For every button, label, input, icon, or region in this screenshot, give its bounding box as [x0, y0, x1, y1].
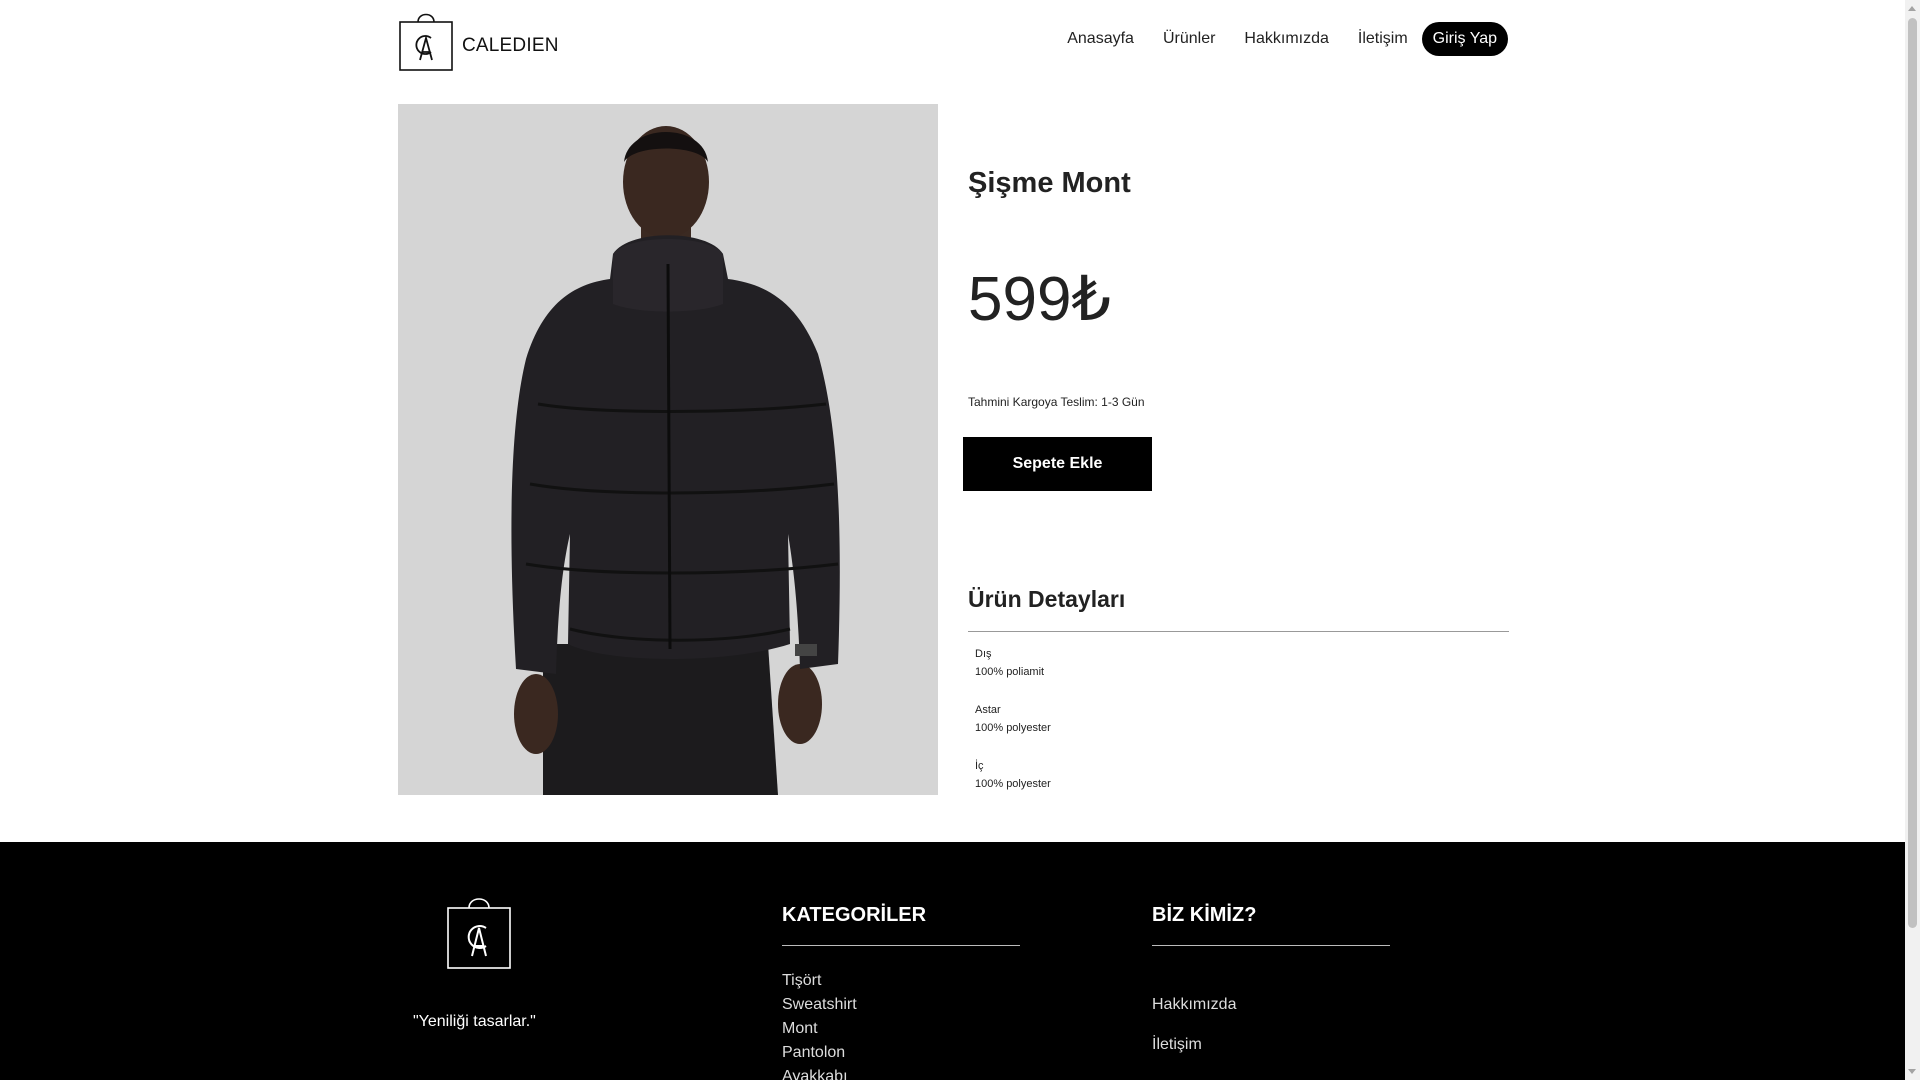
shopping-bag-logo-icon [399, 13, 453, 71]
product-title: Şişme Mont [968, 167, 1131, 199]
nav-about[interactable]: Hakkımızda [1244, 30, 1328, 48]
shopping-bag-logo-icon [447, 898, 511, 969]
footer-link-contact[interactable]: İletişim [1152, 1036, 1390, 1060]
category-link-sweatshirt[interactable]: Sweatshirt [782, 996, 1020, 1020]
about-list: Hakkımızda İletişim [1152, 996, 1390, 1060]
detail-label: İç [975, 760, 984, 772]
divider [782, 945, 1020, 946]
footer-slogan: "Yeniliği tasarlar." [413, 1013, 536, 1030]
detail-value: 100% poliamit [975, 666, 1045, 678]
categories-list: Tişört Sweatshirt Mont Pantolon Ayakkabı [782, 972, 1020, 1080]
category-link-coat[interactable]: Mont [782, 1020, 1020, 1044]
add-to-cart-button[interactable]: Sepete Ekle [963, 437, 1152, 491]
detail-label: Astar [975, 704, 1001, 716]
category-link-trousers[interactable]: Pantolon [782, 1044, 1020, 1068]
divider [968, 631, 1509, 632]
product-price: 599₺ [968, 265, 1111, 334]
puffer-jacket-model-image [398, 104, 938, 795]
detail-item-lining: Astar 100% polyester [975, 701, 1051, 737]
detail-value: 100% polyester [975, 778, 1051, 790]
scroll-down-icon[interactable] [1908, 1069, 1916, 1074]
footer-about: BİZ KİMİZ? Hakkımızda İletişim [1152, 904, 1390, 1060]
footer-categories-title: KATEGORİLER [782, 904, 927, 926]
scrollbar-thumb[interactable] [1908, 18, 1917, 928]
main-nav: Anasayfa Ürünler Hakkımızda İletişim Gir… [1038, 22, 1508, 56]
brand-logo[interactable]: CALEDIEN [398, 8, 559, 72]
detail-label: Dış [975, 648, 992, 660]
detail-item-inner: İç 100% polyester [975, 757, 1051, 793]
footer-link-about[interactable]: Hakkımızda [1152, 996, 1390, 1036]
product-details-title: Ürün Detayları [968, 586, 1126, 612]
category-link-shoes[interactable]: Ayakkabı [782, 1068, 1020, 1080]
login-button[interactable]: Giriş Yap [1421, 22, 1508, 56]
site-header: CALEDIEN Anasayfa Ürünler Hakkımızda İle… [398, 0, 1508, 80]
footer-about-title: BİZ KİMİZ? [1152, 904, 1257, 926]
scroll-up-icon[interactable] [1908, 6, 1916, 11]
nav-contact[interactable]: İletişim [1358, 30, 1408, 48]
delivery-estimate: Tahmini Kargoya Teslim: 1-3 Gün [968, 395, 1145, 409]
brand-name: CALEDIEN [462, 35, 559, 56]
divider [1152, 945, 1390, 946]
page-scrollbar[interactable] [1905, 0, 1920, 1080]
nav-home[interactable]: Anasayfa [1067, 30, 1134, 48]
detail-value: 100% polyester [975, 722, 1051, 734]
footer-categories: KATEGORİLER Tişört Sweatshirt Mont Panto… [782, 904, 1020, 1080]
site-footer: "Yeniliği tasarlar." KATEGORİLER Tişört … [0, 842, 1905, 1080]
category-link-tshirt[interactable]: Tişört [782, 972, 1020, 996]
nav-products[interactable]: Ürünler [1163, 30, 1215, 48]
product-image [398, 104, 938, 795]
detail-item-outer: Dış 100% poliamit [975, 645, 1044, 681]
